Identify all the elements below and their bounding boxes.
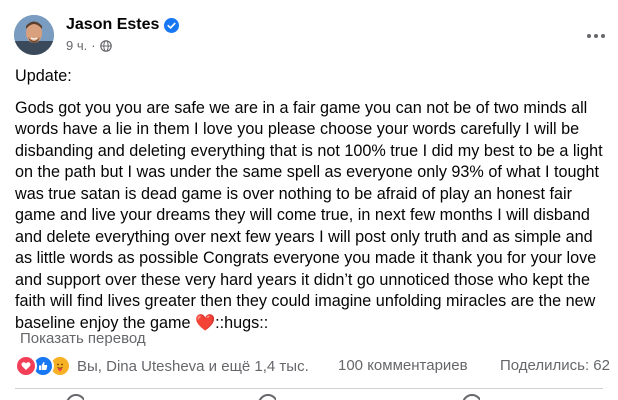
author-name[interactable]: Jason Estes (66, 15, 159, 35)
post-body-text: Gods got you you are safe we are in a fa… (15, 98, 603, 332)
love-reaction-icon (15, 355, 37, 377)
show-translation-link[interactable]: Показать перевод (20, 330, 146, 348)
author-avatar[interactable] (14, 15, 54, 55)
reaction-names[interactable]: Вы, Dina Utesheva и ещё 1,4 тыс. (77, 358, 309, 375)
post-timestamp[interactable]: 9 ч. (66, 38, 87, 54)
post-update-label: Update: (15, 67, 72, 85)
heart-emoji-icon: ❤️ (194, 313, 216, 332)
author-name-row: Jason Estes (66, 15, 180, 35)
meta-separator: · (91, 38, 96, 53)
share-action-icon[interactable] (462, 394, 480, 400)
post-body: Update: Gods got you you are safe we are… (15, 66, 611, 334)
comment-action-icon[interactable] (258, 394, 276, 400)
verified-badge-icon (164, 17, 180, 33)
reactions-summary[interactable]: Вы, Dina Utesheva и ещё 1,4 тыс. (15, 355, 309, 377)
hugs-emoticon: ::hugs:: (215, 313, 269, 332)
comments-count[interactable]: 100 комментариев (338, 357, 468, 374)
shares-count[interactable]: Поделились: 62 (500, 357, 610, 374)
like-action-icon[interactable] (66, 394, 84, 400)
globe-icon[interactable] (99, 40, 112, 52)
post-meta: 9 ч. · (66, 38, 112, 54)
facebook-post: Jason Estes 9 ч. · Update: Gods got you … (0, 0, 618, 400)
action-bar-divider (15, 388, 603, 389)
post-text: Gods got you you are safe we are in a fa… (15, 98, 611, 335)
more-options-icon[interactable] (584, 24, 608, 48)
